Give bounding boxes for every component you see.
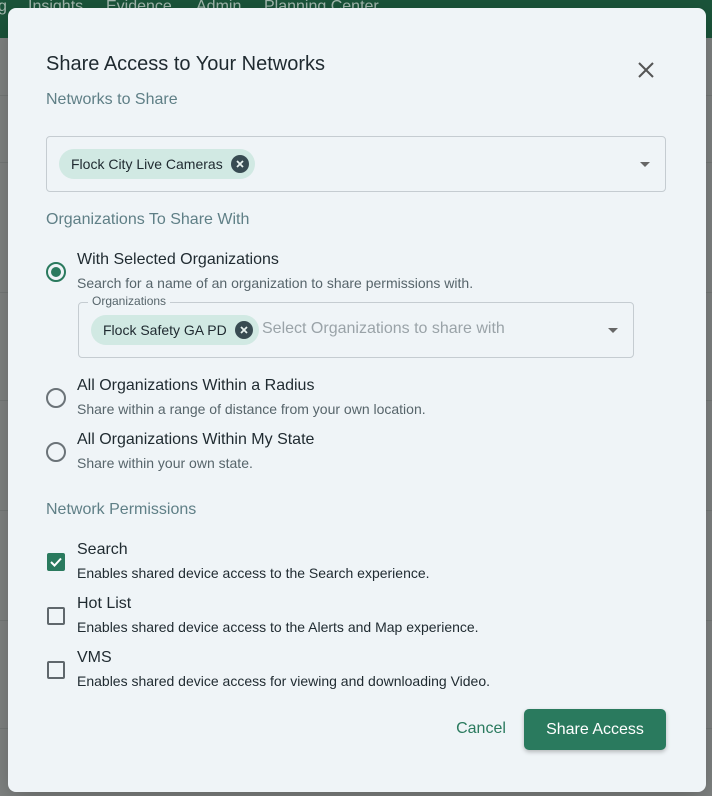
option-label-within-state: All Organizations Within My State	[77, 431, 315, 448]
checkbox-search[interactable]	[47, 553, 65, 571]
networks-section-label: Networks to Share	[46, 91, 178, 108]
close-button[interactable]	[632, 56, 660, 84]
option-label-within-radius: All Organizations Within a Radius	[77, 377, 315, 394]
radio-within-radius[interactable]	[46, 388, 66, 408]
permission-label-vms: VMS	[77, 649, 112, 666]
dialog-title: Share Access to Your Networks	[46, 53, 326, 75]
organization-chip-label: Flock Safety GA PD	[103, 322, 227, 338]
checkbox-hot-list[interactable]	[47, 607, 65, 625]
share-access-button[interactable]: Share Access	[524, 709, 666, 750]
organizations-field-label: Organizations	[88, 294, 171, 308]
remove-chip-icon[interactable]	[230, 155, 249, 173]
checkbox-vms[interactable]	[47, 661, 65, 679]
network-chip: Flock City Live Cameras	[59, 149, 255, 179]
network-chip-label: Flock City Live Cameras	[71, 156, 223, 172]
organizations-section-label: Organizations To Share With	[46, 211, 250, 228]
checkmark-icon	[50, 557, 62, 567]
share-access-dialog: Share Access to Your Networks Networks t…	[8, 8, 706, 792]
option-desc-selected-organizations: Search for a name of an organization to …	[77, 275, 474, 291]
permission-desc-search: Enables shared device access to the Sear…	[77, 565, 430, 581]
chevron-down-icon[interactable]	[608, 328, 618, 333]
radio-within-state[interactable]	[46, 442, 66, 462]
close-icon	[638, 62, 654, 78]
permissions-section-label: Network Permissions	[46, 501, 197, 518]
permission-desc-hot-list: Enables shared device access to the Aler…	[77, 619, 479, 635]
organization-chip: Flock Safety GA PD	[91, 315, 259, 345]
option-label-selected-organizations: With Selected Organizations	[77, 251, 279, 268]
permission-desc-vms: Enables shared device access for viewing…	[77, 673, 491, 689]
networks-select[interactable]: Flock City Live Cameras	[46, 136, 666, 192]
option-desc-within-state: Share within your own state.	[77, 455, 253, 471]
cancel-button[interactable]: Cancel	[446, 712, 516, 746]
organizations-placeholder[interactable]: Select Organizations to share with	[262, 320, 505, 338]
permission-label-hot-list: Hot List	[77, 595, 132, 612]
radio-selected-organizations[interactable]	[46, 262, 66, 282]
remove-chip-icon[interactable]	[234, 321, 253, 339]
option-desc-within-radius: Share within a range of distance from yo…	[77, 401, 426, 417]
permission-label-search: Search	[77, 541, 128, 558]
chevron-down-icon[interactable]	[640, 162, 650, 167]
